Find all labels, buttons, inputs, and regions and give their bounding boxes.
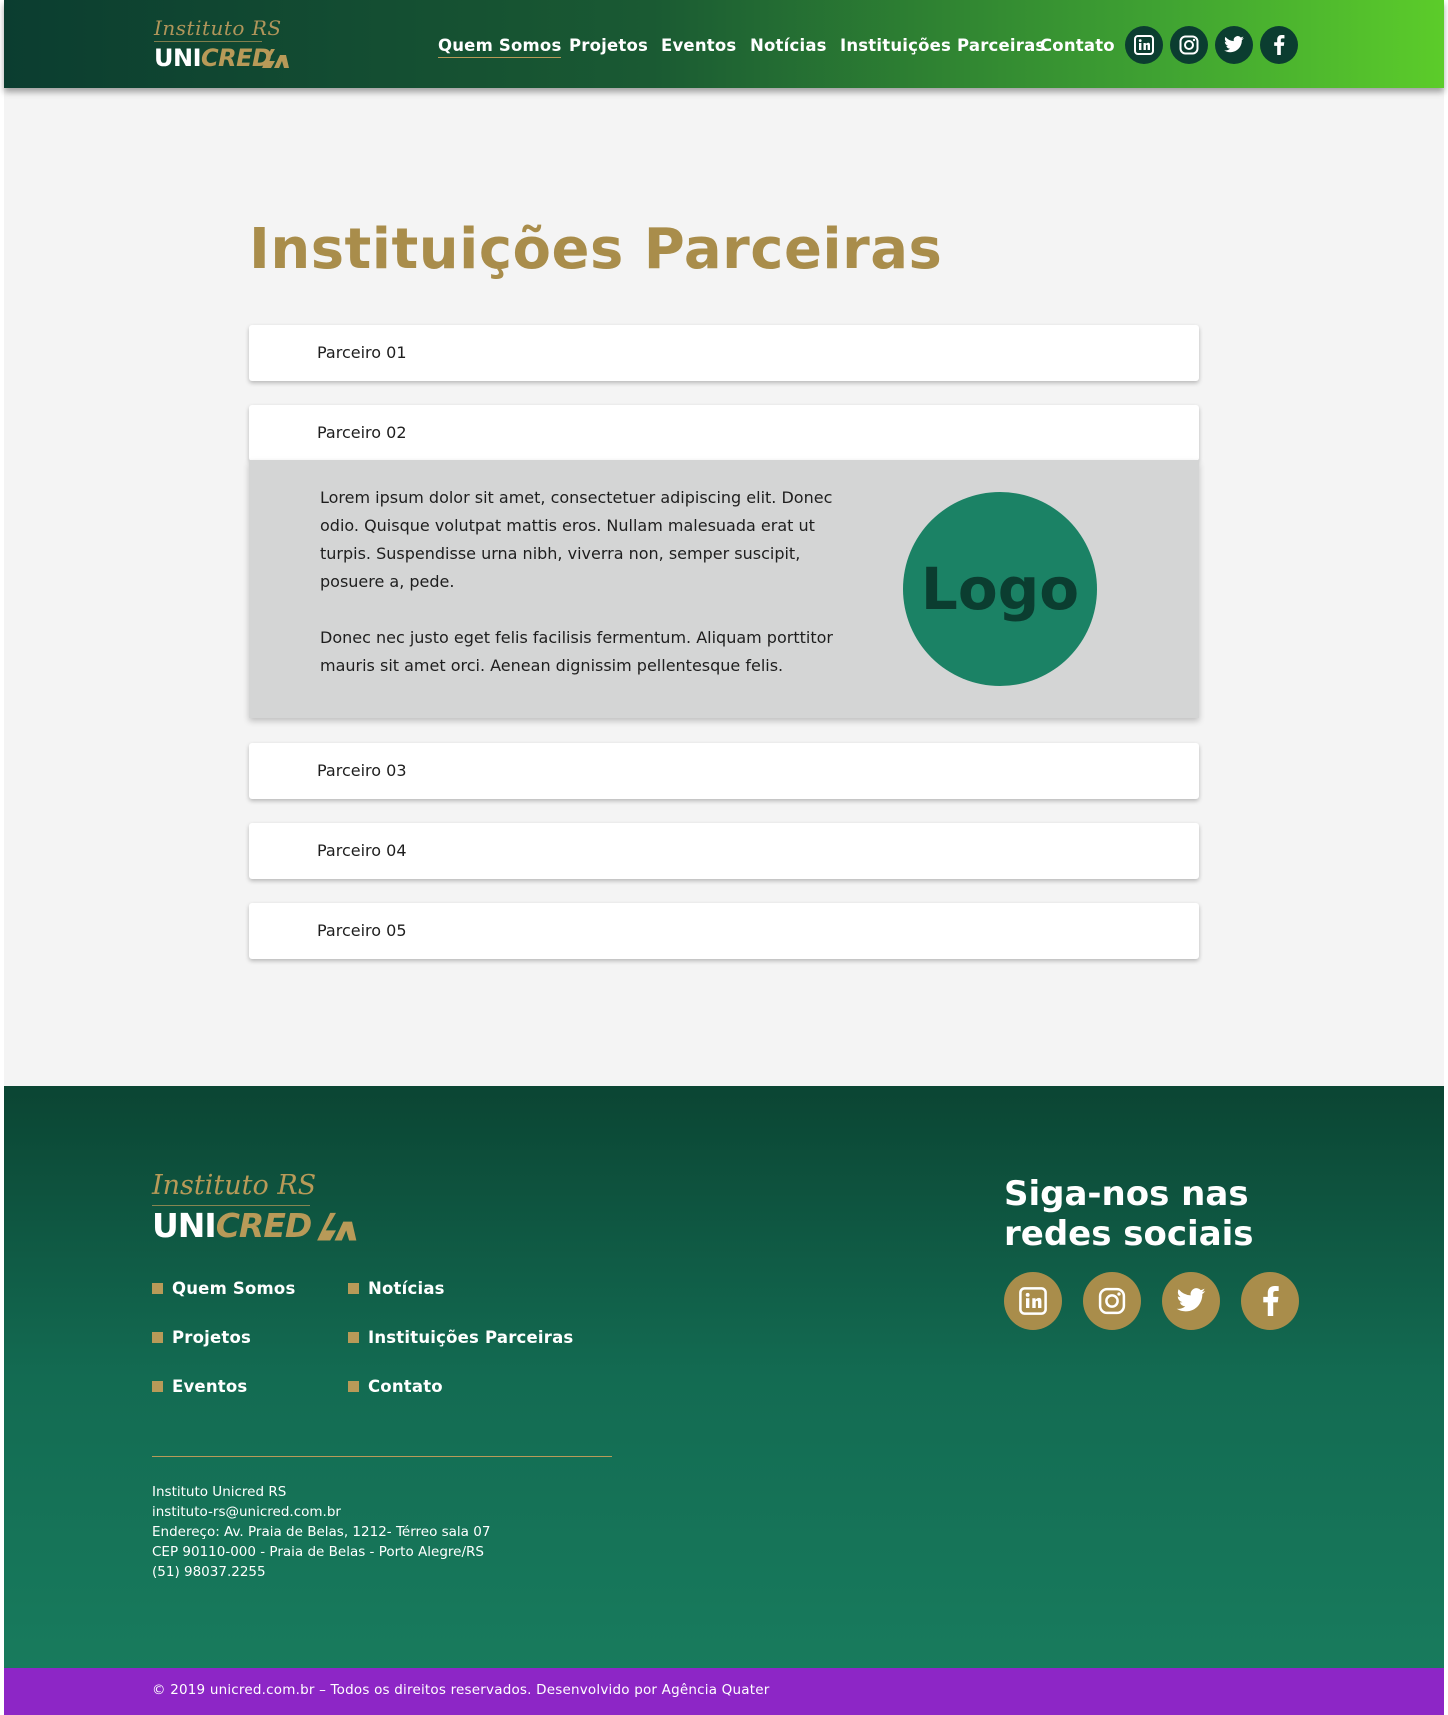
instagram-icon[interactable] — [1083, 1272, 1141, 1330]
accordion-item-parceiro-04[interactable]: Parceiro 04 — [249, 823, 1199, 879]
contact-address: Endereço: Av. Praia de Belas, 1212- Térr… — [152, 1524, 491, 1540]
header-logo[interactable]: Instituto RS UNICRED — [150, 16, 300, 74]
accordion-label: Parceiro 01 — [317, 343, 407, 362]
accordion-label: Parceiro 04 — [317, 841, 407, 860]
partner-logo-text: Logo — [920, 555, 1080, 623]
bullet-square-icon — [152, 1381, 163, 1392]
accordion-label: Parceiro 05 — [317, 921, 407, 940]
nav-projetos[interactable]: Projetos — [569, 36, 648, 55]
site-header: Instituto RS UNICRED Quem Somos Projetos… — [4, 0, 1444, 88]
contact-email[interactable]: instituto-rs@unicred.com.br — [152, 1502, 490, 1522]
bullet-square-icon — [348, 1283, 359, 1294]
bullet-square-icon — [152, 1332, 163, 1343]
facebook-icon[interactable] — [1241, 1272, 1299, 1330]
panel-paragraph-1: Lorem ipsum dolor sit amet, consectetuer… — [320, 488, 833, 591]
footer-link-eventos[interactable]: Eventos — [152, 1377, 247, 1396]
logo-underline — [154, 41, 262, 42]
nav-instituicoes-parceiras[interactable]: Instituições Parceiras — [840, 36, 1045, 55]
nav-eventos[interactable]: Eventos — [661, 36, 736, 55]
bullet-square-icon — [152, 1283, 163, 1294]
footer-link-noticias[interactable]: Notícias — [348, 1279, 445, 1298]
footer-logo-wordmark: UNICRED — [152, 1206, 313, 1245]
page: Instituto RS UNICRED Quem Somos Projetos… — [0, 0, 1448, 1715]
footer-link-contato[interactable]: Contato — [348, 1377, 443, 1396]
footer-link-label: Quem Somos — [172, 1279, 296, 1298]
logo-wordmark: UNICRED — [154, 44, 272, 72]
accordion-item-parceiro-03[interactable]: Parceiro 03 — [249, 743, 1199, 799]
nav-quem-somos[interactable]: Quem Somos — [438, 36, 562, 58]
accordion-item-parceiro-05[interactable]: Parceiro 05 — [249, 903, 1199, 959]
footer-link-projetos[interactable]: Projetos — [152, 1328, 251, 1347]
footer-link-label: Notícias — [368, 1279, 445, 1298]
accordion-label: Parceiro 02 — [317, 423, 407, 442]
footer-link-quem-somos[interactable]: Quem Somos — [152, 1279, 295, 1298]
footer-link-label: Eventos — [172, 1377, 248, 1396]
accordion-panel-parceiro-02: Lorem ipsum dolor sit amet, consectetuer… — [249, 460, 1199, 718]
facebook-icon[interactable] — [1260, 26, 1298, 64]
accordion-label: Parceiro 03 — [317, 761, 407, 780]
contact-phone: (51) 98037.2255 — [152, 1564, 266, 1580]
panel-paragraph-2: Donec nec justo eget felis facilisis fer… — [320, 628, 833, 675]
copyright-text: © 2019 unicred.com.br – Todos os direito… — [152, 1682, 770, 1698]
footer-logo[interactable]: Instituto RS UNICRED — [150, 1170, 370, 1250]
footer-link-instituicoes-parceiras[interactable]: Instituições Parceiras — [348, 1328, 573, 1347]
bullet-square-icon — [348, 1381, 359, 1392]
twitter-icon[interactable] — [1162, 1272, 1220, 1330]
copyright-bar: © 2019 unicred.com.br – Todos os direito… — [4, 1668, 1444, 1715]
unicred-mark-icon — [262, 49, 289, 68]
footer-link-label: Contato — [368, 1377, 443, 1396]
accordion-item-parceiro-01[interactable]: Parceiro 01 — [249, 325, 1199, 381]
unicred-mark-icon — [317, 1212, 357, 1241]
logo-script-text: Instituto RS — [154, 16, 282, 40]
logo-uni: UNI — [154, 44, 202, 72]
footer-logo-script-text: Instituto RS — [152, 1170, 317, 1201]
linkedin-icon[interactable] — [1004, 1272, 1062, 1330]
instagram-icon[interactable] — [1170, 26, 1208, 64]
accordion-item-parceiro-02[interactable]: Parceiro 02 — [249, 405, 1199, 461]
footer-link-label: Projetos — [172, 1328, 252, 1347]
footer-link-label: Instituições Parceiras — [368, 1328, 574, 1347]
nav-contato[interactable]: Contato — [1040, 36, 1115, 55]
main-content: Instituições Parceiras Parceiro 01 Parce… — [4, 88, 1444, 1086]
footer-divider — [152, 1456, 612, 1457]
linkedin-icon[interactable] — [1125, 26, 1163, 64]
follow-us-heading: Siga-nos nas redes sociais — [1004, 1174, 1254, 1254]
twitter-icon[interactable] — [1215, 26, 1253, 64]
contact-name: Instituto Unicred RS — [152, 1484, 287, 1500]
partner-logo: Logo — [903, 492, 1097, 686]
contact-info: Instituto Unicred RS instituto-rs@unicre… — [152, 1482, 490, 1582]
contact-cep: CEP 90110-000 - Praia de Belas - Porto A… — [152, 1544, 484, 1560]
footer-logo-cred: CRED — [215, 1206, 313, 1245]
page-title: Instituições Parceiras — [249, 217, 943, 282]
site-footer: Instituto RS UNICRED Quem Somos Projetos… — [4, 1086, 1444, 1668]
footer-logo-uni: UNI — [152, 1206, 217, 1245]
nav-noticias[interactable]: Notícias — [750, 36, 827, 55]
bullet-square-icon — [348, 1332, 359, 1343]
